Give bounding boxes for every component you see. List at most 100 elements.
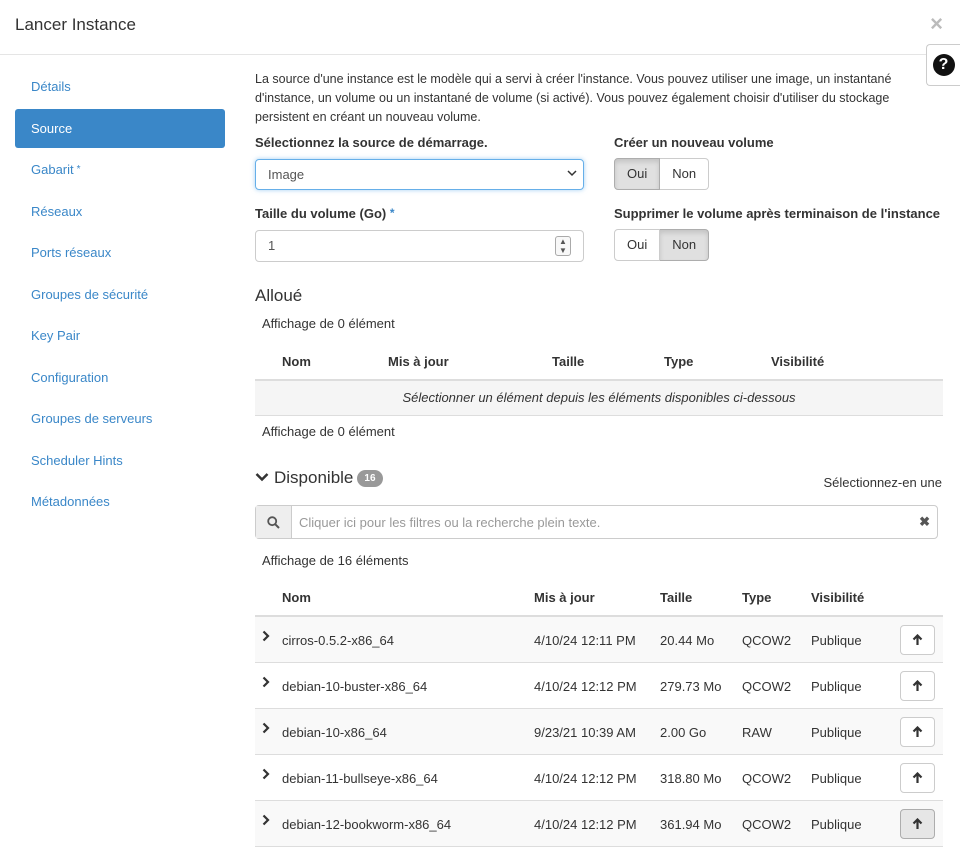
chevron-down-icon	[567, 168, 577, 181]
column-header[interactable]: Mis à jour	[534, 590, 595, 605]
sidebar-item-details[interactable]: Détails	[15, 67, 225, 106]
row-size: 361.94 Mo	[660, 817, 722, 832]
sidebar-item-server-groups[interactable]: Groupes de serveurs	[15, 399, 225, 438]
sidebar-item-label: Détails	[31, 79, 71, 94]
available-section-toggle[interactable]: Disponible 16	[255, 468, 383, 488]
volume-size-label: Taille du volume (Go) *	[255, 206, 395, 221]
sidebar-item-scheduler-hints[interactable]: Scheduler Hints	[15, 441, 225, 480]
required-marker: *	[389, 206, 395, 220]
row-name: debian-10-buster-x86_64	[282, 679, 428, 694]
table-row[interactable]: debian-10-x86_64 9/23/21 10:39 AM 2.00 G…	[255, 709, 943, 755]
sidebar-item-metadata[interactable]: Métadonnées	[15, 482, 225, 521]
column-header[interactable]: Taille	[660, 590, 692, 605]
sidebar-item-flavor[interactable]: Gabarit *	[15, 150, 225, 189]
sidebar-item-network-ports[interactable]: Ports réseaux	[15, 233, 225, 272]
required-marker: *	[76, 164, 81, 175]
table-row[interactable]: debian-12-bookworm-x86_64 4/10/24 12:12 …	[255, 801, 943, 847]
row-size: 279.73 Mo	[660, 679, 722, 694]
chevron-right-icon[interactable]	[262, 676, 270, 691]
row-name: debian-12-bookworm-x86_64	[282, 817, 452, 832]
sidebar-item-label: Configuration	[31, 369, 109, 385]
column-header[interactable]: Taille	[552, 354, 584, 369]
modal-header: Lancer Instance ×	[0, 0, 960, 55]
allocate-button[interactable]	[900, 625, 935, 655]
create-volume-yes-button[interactable]: Oui	[614, 158, 661, 190]
sidebar-item-configuration[interactable]: Configuration	[15, 358, 225, 397]
column-header[interactable]: Nom	[282, 354, 311, 369]
allocated-table-header: Nom Mis à jour Taille Type Visibilité	[255, 341, 943, 381]
row-size: 20.44 Mo	[660, 633, 715, 648]
delete-volume-toggle: Oui Non	[614, 229, 710, 261]
arrow-up-icon	[912, 680, 923, 691]
search-input[interactable]	[293, 506, 913, 538]
arrow-up-icon	[912, 772, 923, 783]
sidebar-item-label: Métadonnées	[31, 494, 110, 509]
close-icon[interactable]: ×	[930, 13, 943, 35]
boot-source-label: Sélectionnez la source de démarrage.	[255, 135, 488, 150]
create-volume-toggle: Oui Non	[614, 158, 710, 190]
row-size: 2.00 Go	[660, 725, 707, 740]
row-name: cirros-0.5.2-x86_64	[282, 633, 394, 648]
chevron-right-icon[interactable]	[262, 814, 270, 829]
sidebar-item-key-pair[interactable]: Key Pair	[15, 316, 225, 355]
create-volume-no-button[interactable]: Non	[660, 158, 710, 190]
row-visibility: Publique	[811, 679, 862, 694]
allocate-button[interactable]	[900, 717, 935, 747]
column-header[interactable]: Visibilité	[811, 590, 864, 605]
chevron-right-icon[interactable]	[262, 722, 270, 737]
delete-volume-label: Supprimer le volume après terminaison de…	[614, 206, 941, 221]
row-updated: 4/10/24 12:11 PM	[534, 633, 636, 648]
row-visibility: Publique	[811, 725, 862, 740]
table-row[interactable]: debian-11-bullseye-x86_64 4/10/24 12:12 …	[255, 755, 943, 801]
chevron-right-icon[interactable]	[262, 768, 270, 783]
column-header[interactable]: Visibilité	[771, 354, 824, 369]
column-header[interactable]: Type	[742, 590, 771, 605]
stepper-icon[interactable]: ▲ ▼	[555, 236, 571, 256]
sidebar-item-label: Scheduler Hints	[31, 452, 123, 468]
intro-text: La source d'une instance est le modèle q…	[255, 72, 892, 124]
sidebar-item-label: Source	[31, 120, 73, 136]
sidebar-item-label: Gabarit	[31, 162, 74, 177]
row-size: 318.80 Mo	[660, 771, 722, 786]
row-visibility: Publique	[811, 771, 862, 786]
select-one-hint: Sélectionnez-en une	[823, 475, 942, 490]
row-name: debian-11-bullseye-x86_64	[282, 771, 438, 786]
table-row[interactable]: debian-10-buster-x86_64 4/10/24 12:12 PM…	[255, 663, 943, 709]
column-header[interactable]: Nom	[282, 590, 311, 605]
sidebar-item-label: Ports réseaux	[31, 245, 112, 260]
modal-title: Lancer Instance	[15, 15, 136, 34]
wizard-sidebar: Détails Source Gabarit * Réseaux Ports ré…	[15, 67, 225, 524]
row-updated: 4/10/24 12:12 PM	[534, 771, 637, 786]
table-row[interactable]: cirros-0.5.2-x86_64 4/10/24 12:11 PM 20.…	[255, 617, 943, 663]
volume-size-input[interactable]: 1 ▲ ▼	[255, 230, 584, 262]
chevron-right-icon[interactable]	[262, 630, 270, 645]
chevron-down-icon	[255, 471, 269, 486]
volume-size-value: 1	[268, 238, 276, 253]
row-type: QCOW2	[742, 817, 792, 832]
sidebar-item-label: Groupes de sécurité	[31, 286, 149, 302]
delete-volume-yes-button[interactable]: Oui	[614, 229, 661, 261]
sidebar-item-source[interactable]: Source	[15, 108, 225, 148]
allocate-button[interactable]	[900, 809, 935, 839]
row-type: QCOW2	[742, 633, 792, 648]
available-table-header: Nom Mis à jour Taille Type Visibilité	[255, 577, 943, 617]
delete-volume-no-button[interactable]: Non	[660, 229, 710, 261]
row-type: RAW	[742, 725, 772, 740]
sidebar-item-label: Réseaux	[31, 203, 83, 219]
boot-source-value: Image	[268, 167, 305, 182]
sidebar-item-security-groups[interactable]: Groupes de sécurité	[15, 275, 225, 314]
boot-source-select[interactable]: Image	[255, 159, 584, 190]
sidebar-item-label: Key Pair	[31, 328, 81, 343]
clear-icon[interactable]: ✖	[919, 514, 930, 530]
allocate-button[interactable]	[900, 763, 935, 793]
allocate-button[interactable]	[900, 671, 935, 701]
search-bar: ✖	[255, 505, 938, 539]
available-count-badge: 16	[357, 469, 383, 487]
sidebar-item-networks[interactable]: Réseaux	[15, 192, 225, 231]
row-name: debian-10-x86_64	[282, 725, 387, 740]
available-title: Disponible	[274, 468, 354, 487]
column-header[interactable]: Type	[664, 354, 693, 369]
column-header[interactable]: Mis à jour	[388, 354, 449, 369]
allocated-empty-row: Sélectionner un élément depuis les éléme…	[255, 381, 943, 416]
search-icon	[256, 506, 292, 538]
